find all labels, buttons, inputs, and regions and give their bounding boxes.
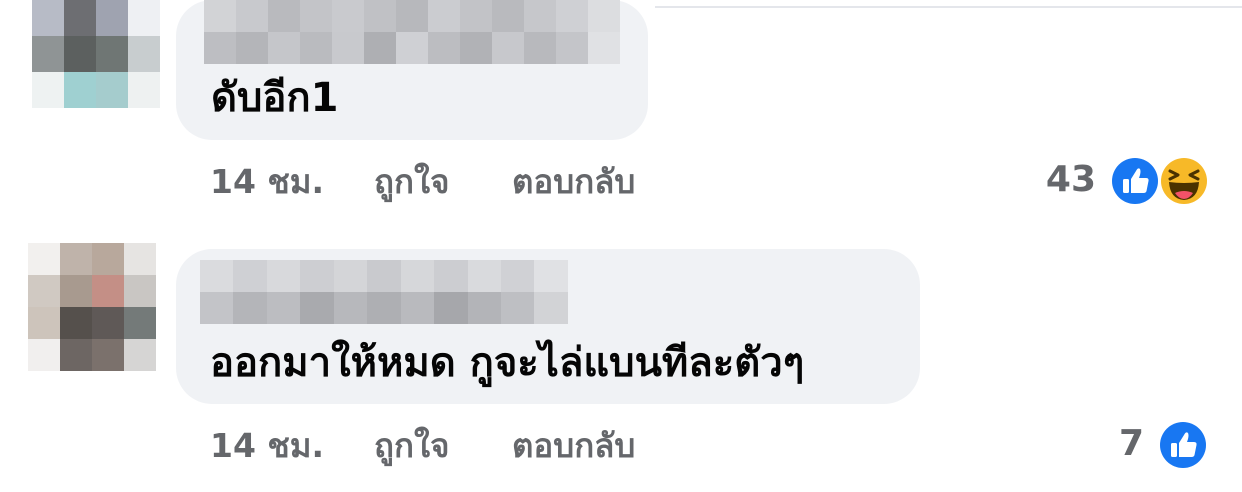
reply-button[interactable]: ตอบกลับ bbox=[512, 165, 635, 198]
like-icon[interactable] bbox=[1157, 419, 1209, 471]
comment-text: ออกมาให้หมด กูจะไล่แบนทีละตัวๆ bbox=[210, 340, 805, 386]
haha-icon[interactable] bbox=[1158, 155, 1210, 207]
author-name[interactable] bbox=[204, 0, 620, 64]
like-icon[interactable] bbox=[1109, 155, 1161, 207]
like-button[interactable]: ถูกใจ bbox=[374, 165, 449, 198]
reply-button[interactable]: ตอบกลับ bbox=[512, 429, 635, 462]
avatar[interactable] bbox=[28, 243, 156, 371]
reaction-count[interactable]: 7 bbox=[1090, 426, 1144, 462]
comment-text: ดับอีก1 bbox=[211, 75, 339, 121]
divider bbox=[655, 6, 1242, 8]
author-name[interactable] bbox=[200, 260, 568, 324]
reaction-count[interactable]: 43 bbox=[1010, 162, 1096, 198]
like-button[interactable]: ถูกใจ bbox=[374, 429, 449, 462]
timestamp[interactable]: 14 ชม. bbox=[210, 165, 324, 198]
timestamp[interactable]: 14 ชม. bbox=[210, 429, 324, 462]
avatar[interactable] bbox=[32, 0, 160, 110]
